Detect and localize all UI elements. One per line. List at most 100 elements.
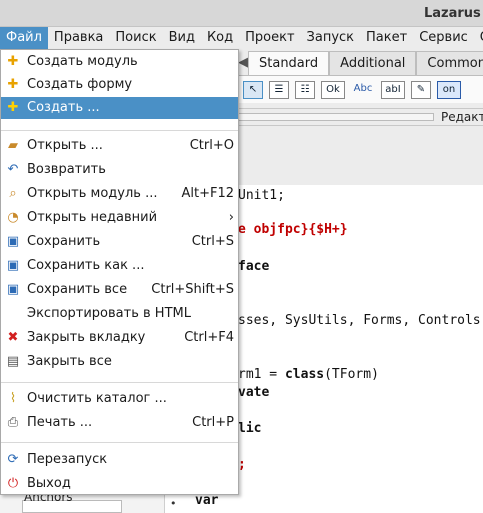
code-token: rm1 = [238,367,285,382]
save-as-icon: ▣ [6,258,20,273]
menu-package[interactable]: Пакет [360,27,413,49]
arrow-pointer-icon[interactable]: ↖ [243,80,263,99]
tab-standard[interactable]: Standard [248,51,330,75]
new-form-icon: ✚ [7,77,19,92]
menu-item-label: Создать модуль [27,54,138,69]
menu-item-shortcut: Ctrl+S [191,234,234,249]
menu-item-label: Перезапуск [27,452,108,467]
popup-menu-icon[interactable]: ☷ [295,80,315,99]
menu-item-label: Закрыть все [27,354,112,369]
menu-bar: Файл Правка Поиск Вид Код Проект Запуск … [0,27,483,49]
restart-icon: ⟳ [7,452,19,467]
menu-item-label: Выход [27,476,71,491]
revert-icon: ↶ [7,162,19,177]
menu-item-label: Открыть модуль ... [27,186,158,201]
code-line: face [238,259,270,274]
menu-edit[interactable]: Правка [48,27,109,49]
menu-item-save[interactable]: ▣ Сохранить Ctrl+S [1,231,238,253]
menu-tools[interactable]: Сервис [413,27,474,49]
memo-icon[interactable]: ✎ [411,80,431,99]
edit-icon[interactable]: abI [381,80,405,99]
menu-item-shortcut: Ctrl+F4 [184,330,234,345]
menu-file[interactable]: Файл [0,27,48,49]
button-icon[interactable]: Ok [321,80,345,99]
horizontal-scrollbar[interactable] [238,113,434,121]
menu-item-label: Очистить каталог ... [27,391,167,406]
title-bar: Lazarus ID [0,0,483,27]
menu-window[interactable]: Ок [474,27,483,49]
component-palette-tabs: ◀ Standard Additional Common [238,51,483,75]
menu-item-close-all[interactable]: ▤ Закрыть все [1,351,238,373]
exit-icon: ⏻ [7,476,19,491]
open-unit-icon: ⌕ [9,186,17,201]
menu-item-label: Экспортировать в HTML [27,306,191,321]
menu-item-open-recent[interactable]: ◔ Открыть недавний › [1,207,238,229]
component-palette: ↖ ☰ ☷ Ok Abc abI ✎ on [238,75,483,103]
window-title: Lazarus ID [424,6,483,21]
save-icon: ▣ [6,234,20,249]
new-icon: ✚ [7,100,19,115]
code-line: var [195,493,219,508]
gutter-marker: • [170,497,177,510]
menu-separator [1,382,238,383]
code-line: ; [238,457,246,472]
menu-item-label: Закрыть вкладку [27,330,146,345]
menu-item-revert[interactable]: ↶ Возвратить [1,159,238,181]
menu-item-close-tab[interactable]: ✖ Закрыть вкладку Ctrl+F4 [1,327,238,349]
menu-item-new[interactable]: ✚ Создать ... [1,97,238,119]
code-line: e objfpc}{$H+} [238,222,348,237]
menu-item-restart[interactable]: ⟳ Перезапуск [1,449,238,471]
menu-item-export-html[interactable]: Экспортировать в HTML [1,303,238,325]
close-all-icon: ▤ [6,354,20,369]
menu-item-new-form[interactable]: ✚ Создать форму [1,74,238,96]
menu-item-label: Возвратить [27,162,106,177]
palette-scroll-left-icon[interactable]: ◀ [238,51,248,75]
menu-item-exit[interactable]: ⏻ Выход [1,473,238,495]
save-all-icon: ▣ [6,282,20,297]
menu-item-label: Создать ... [27,100,100,115]
menu-item-open-unit[interactable]: ⌕ Открыть модуль ... Alt+F12 [1,183,238,205]
lazarus-ide-window: Lazarus ID Файл Правка Поиск Вид Код Про… [0,0,483,513]
menu-item-shortcut: Ctrl+P [192,415,234,430]
tab-additional[interactable]: Additional [329,51,417,75]
toggle-box-icon[interactable]: on [437,80,461,99]
main-menu-icon[interactable]: ☰ [269,80,289,99]
editor-label: Редакт [441,110,483,124]
code-line: vate [238,385,270,400]
code-line: Unit1; [238,188,285,203]
code-line: lic [238,421,262,436]
chevron-right-icon: › [228,210,234,225]
close-tab-icon: ✖ [7,330,19,345]
menu-item-label: Печать ... [27,415,93,430]
menu-item-print[interactable]: ⎙ Печать ... Ctrl+P [1,412,238,434]
menu-item-label: Сохранить все [27,282,128,297]
menu-view[interactable]: Вид [163,27,201,49]
editor-toolbar: Редакт [238,108,483,126]
menu-item-clean-directory[interactable]: ⌇ Очистить каталог ... [1,388,238,410]
menu-item-new-unit[interactable]: ✚ Создать модуль [1,51,238,73]
menu-source[interactable]: Код [201,27,239,49]
menu-run[interactable]: Запуск [301,27,361,49]
new-unit-icon: ✚ [7,54,19,69]
printer-icon: ⎙ [7,415,19,430]
code-line: sses, SysUtils, Forms, Controls [238,313,481,328]
menu-item-label: Открыть недавний [27,210,158,225]
menu-item-label: Сохранить как ... [27,258,145,273]
menu-item-label: Создать форму [27,77,133,92]
code-keyword: class [284,367,325,382]
file-menu-dropdown: ✚ Создать модуль ✚ Создать форму ✚ Созда… [0,49,239,495]
menu-separator [1,442,238,443]
menu-item-save-all[interactable]: ▣ Сохранить все Ctrl+Shift+S [1,279,238,301]
menu-item-open[interactable]: ▰ Открыть ... Ctrl+O [1,135,238,157]
recent-icon: ◔ [7,210,19,225]
code-line: rm1 = class(TForm) [238,367,379,382]
menu-item-label: Открыть ... [27,138,103,153]
menu-search[interactable]: Поиск [109,27,162,49]
menu-project[interactable]: Проект [239,27,300,49]
tab-common[interactable]: Common [416,51,483,75]
open-folder-icon: ▰ [8,138,18,153]
broom-icon: ⌇ [9,391,17,406]
menu-separator [1,130,238,131]
menu-item-save-as[interactable]: ▣ Сохранить как ... [1,255,238,277]
label-icon[interactable]: Abc [351,81,375,99]
